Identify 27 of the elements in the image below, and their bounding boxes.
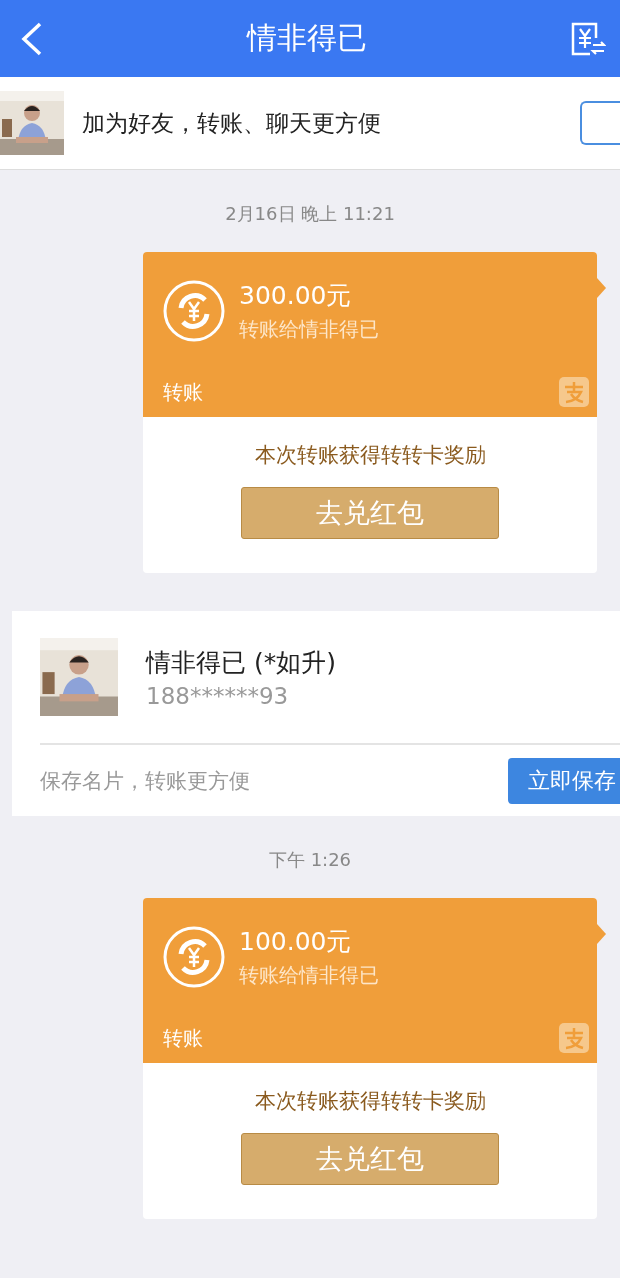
reward-text: 本次转账获得转转卡奖励: [254, 1088, 486, 1115]
transfer-label: 转账: [163, 378, 203, 406]
contact-name: 情非得已 (*如升): [146, 646, 336, 679]
transfer-amount: 300.00元: [239, 280, 353, 312]
pay-logo-icon: [559, 377, 589, 407]
transfer-recipient: 转账给情非得已: [239, 962, 379, 989]
add-friend-prompt: 加为好友，转账、聊天更方便: [82, 108, 382, 138]
bubble-tail: [597, 924, 606, 944]
transfer-card[interactable]: 100.00元 转账给情非得已 转账 本次转账获得转转卡奖励 去兑红包: [143, 898, 597, 1219]
transfer-amount: 100.00元: [239, 926, 353, 958]
transfer-recipient: 转账给情非得已: [239, 316, 379, 343]
contact-card[interactable]: 情非得已 (*如升) 188******93 保存名片，转账更方便 立即保存: [12, 611, 620, 816]
yuan-exchange-icon[interactable]: [570, 20, 606, 57]
yuan-transfer-icon: [163, 280, 225, 342]
reward-text: 本次转账获得转转卡奖励: [254, 442, 486, 469]
add-friend-button[interactable]: [580, 101, 620, 145]
window-title: 情非得已: [247, 19, 367, 57]
save-button[interactable]: 立即保存: [508, 757, 620, 804]
save-hint: 保存名片，转账更方便: [40, 767, 250, 795]
transfer-card[interactable]: 300.00元 转账给情非得已 转账 本次转账获得转转卡奖励 去兑红包: [143, 252, 597, 573]
yuan-transfer-icon: [163, 926, 225, 988]
timestamp: 2月16日 晚上 11:21: [224, 202, 396, 226]
transfer-label: 转账: [163, 1024, 203, 1052]
bubble-tail: [597, 278, 606, 298]
contact-phone: 188******93: [146, 682, 290, 709]
timestamp: 下午 1:26: [267, 848, 353, 872]
pay-logo-icon: [559, 1023, 589, 1053]
